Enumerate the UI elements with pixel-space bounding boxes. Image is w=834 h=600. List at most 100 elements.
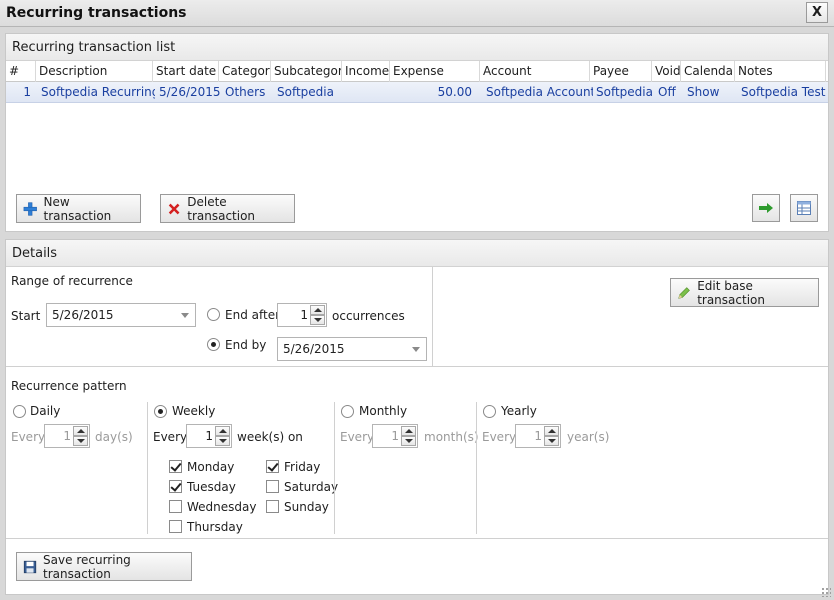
daily-interval-value: 1 bbox=[63, 429, 71, 443]
weekly-unit-label: week(s) on bbox=[237, 430, 303, 444]
monday-label: Monday bbox=[187, 460, 235, 474]
decrement-icon[interactable] bbox=[215, 436, 230, 446]
monday-checkbox[interactable] bbox=[169, 460, 182, 473]
daily-interval-stepper[interactable]: 1 bbox=[44, 424, 90, 448]
cell-notes: Softpedia Test bbox=[741, 85, 826, 99]
edit-base-transaction-label: Edit base transaction bbox=[697, 278, 765, 307]
cell-subcategory: Softpedia bbox=[277, 85, 334, 99]
wednesday-checkbox[interactable] bbox=[169, 500, 182, 513]
end-after-label: End after bbox=[225, 308, 281, 322]
col-calendar[interactable]: Calendar bbox=[681, 61, 735, 82]
monthly-interval-value: 1 bbox=[391, 429, 399, 443]
yearly-radio[interactable] bbox=[483, 405, 496, 418]
daily-divider bbox=[147, 402, 148, 534]
pattern-title: Recurrence pattern bbox=[11, 379, 127, 393]
weekly-interval-stepper[interactable]: 1 bbox=[186, 424, 232, 448]
thursday-label: Thursday bbox=[187, 520, 243, 534]
decrement-icon[interactable] bbox=[401, 436, 416, 446]
monthly-every-label: Every bbox=[340, 430, 375, 444]
col-expense[interactable]: Expense bbox=[390, 61, 480, 82]
edit-base-transaction-button[interactable]: Edit base transaction bbox=[670, 278, 819, 307]
col-income[interactable]: Income bbox=[342, 61, 390, 82]
pattern-divider bbox=[6, 366, 828, 367]
decrement-icon[interactable] bbox=[73, 436, 88, 446]
window-title: Recurring transactions bbox=[6, 5, 187, 21]
decrement-icon[interactable] bbox=[310, 315, 325, 325]
close-button[interactable]: X bbox=[806, 2, 828, 23]
table-header: # Description Start date Category Subcat… bbox=[6, 61, 828, 82]
transaction-list-panel: Recurring transaction list # Description… bbox=[5, 33, 829, 232]
cell-number: 1 bbox=[23, 85, 31, 99]
pencil-icon bbox=[678, 286, 690, 299]
export-button[interactable] bbox=[752, 194, 780, 222]
increment-icon[interactable] bbox=[544, 426, 559, 436]
table-row[interactable]: 1 Softpedia Recurring 5/26/2015 Others S… bbox=[6, 82, 828, 103]
col-void[interactable]: Void bbox=[652, 61, 681, 82]
end-by-date-value: 5/26/2015 bbox=[283, 342, 345, 356]
daily-radio[interactable] bbox=[13, 405, 26, 418]
chevron-down-icon bbox=[181, 313, 189, 318]
weekly-radio[interactable] bbox=[154, 405, 167, 418]
cell-start-date: 5/26/2015 bbox=[159, 85, 221, 99]
new-transaction-button[interactable]: New transaction bbox=[16, 194, 141, 223]
monthly-radio[interactable] bbox=[341, 405, 354, 418]
monthly-divider bbox=[476, 402, 477, 534]
weekly-interval-value: 1 bbox=[205, 429, 213, 443]
weekly-label: Weekly bbox=[172, 404, 216, 418]
sunday-checkbox[interactable] bbox=[266, 500, 279, 513]
chevron-down-icon bbox=[412, 347, 420, 352]
cell-payee: Softpedia bbox=[596, 85, 653, 99]
cell-category: Others bbox=[225, 85, 266, 99]
cell-account: Softpedia Account bbox=[486, 85, 593, 99]
increment-icon[interactable] bbox=[215, 426, 230, 436]
friday-checkbox[interactable] bbox=[266, 460, 279, 473]
yearly-interval-stepper[interactable]: 1 bbox=[515, 424, 561, 448]
monthly-interval-stepper[interactable]: 1 bbox=[372, 424, 418, 448]
range-title: Range of recurrence bbox=[11, 274, 133, 288]
weekly-every-label: Every bbox=[153, 430, 188, 444]
col-account[interactable]: Account bbox=[480, 61, 590, 82]
yearly-label: Yearly bbox=[501, 404, 537, 418]
increment-icon[interactable] bbox=[73, 426, 88, 436]
resize-grip[interactable] bbox=[821, 587, 831, 597]
saturday-checkbox[interactable] bbox=[266, 480, 279, 493]
col-start-date[interactable]: Start date bbox=[153, 61, 219, 82]
details-header: Details bbox=[6, 240, 828, 267]
arrow-right-icon bbox=[759, 203, 773, 213]
col-payee[interactable]: Payee bbox=[590, 61, 652, 82]
saturday-label: Saturday bbox=[284, 480, 339, 494]
increment-icon[interactable] bbox=[401, 426, 416, 436]
range-divider bbox=[432, 267, 433, 366]
end-by-radio[interactable] bbox=[207, 338, 220, 351]
col-description[interactable]: Description bbox=[36, 61, 153, 82]
start-date-picker[interactable]: 5/26/2015 bbox=[46, 303, 196, 327]
tuesday-checkbox[interactable] bbox=[169, 480, 182, 493]
title-bar: Recurring transactions X bbox=[0, 0, 834, 27]
cell-expense: 50.00 bbox=[437, 85, 472, 99]
calendar-button[interactable] bbox=[790, 194, 818, 222]
col-category[interactable]: Category bbox=[219, 61, 271, 82]
occurrences-stepper[interactable]: 1 bbox=[277, 303, 327, 327]
save-recurring-transaction-button[interactable]: Save recurring transaction bbox=[16, 552, 192, 581]
yearly-every-label: Every bbox=[482, 430, 517, 444]
list-panel-header: Recurring transaction list bbox=[6, 34, 828, 61]
cell-void: Off bbox=[658, 85, 676, 99]
col-subcategory[interactable]: Subcategory bbox=[271, 61, 342, 82]
delete-transaction-button[interactable]: Delete transaction bbox=[160, 194, 295, 223]
cell-calendar: Show bbox=[687, 85, 720, 99]
col-number[interactable]: # bbox=[6, 61, 36, 82]
thursday-checkbox[interactable] bbox=[169, 520, 182, 533]
end-by-date-picker[interactable]: 5/26/2015 bbox=[277, 337, 427, 361]
save-divider bbox=[6, 538, 828, 539]
decrement-icon[interactable] bbox=[544, 436, 559, 446]
daily-unit-label: day(s) bbox=[95, 430, 133, 444]
delete-transaction-label: Delete transaction bbox=[187, 194, 256, 223]
end-after-radio[interactable] bbox=[207, 308, 220, 321]
save-recurring-transaction-label: Save recurring transaction bbox=[43, 552, 131, 581]
floppy-disk-icon bbox=[23, 560, 37, 573]
plus-icon bbox=[23, 201, 37, 216]
col-notes[interactable]: Notes bbox=[735, 61, 826, 82]
monthly-label: Monthly bbox=[359, 404, 408, 418]
daily-every-label: Every bbox=[11, 430, 46, 444]
increment-icon[interactable] bbox=[310, 305, 325, 315]
